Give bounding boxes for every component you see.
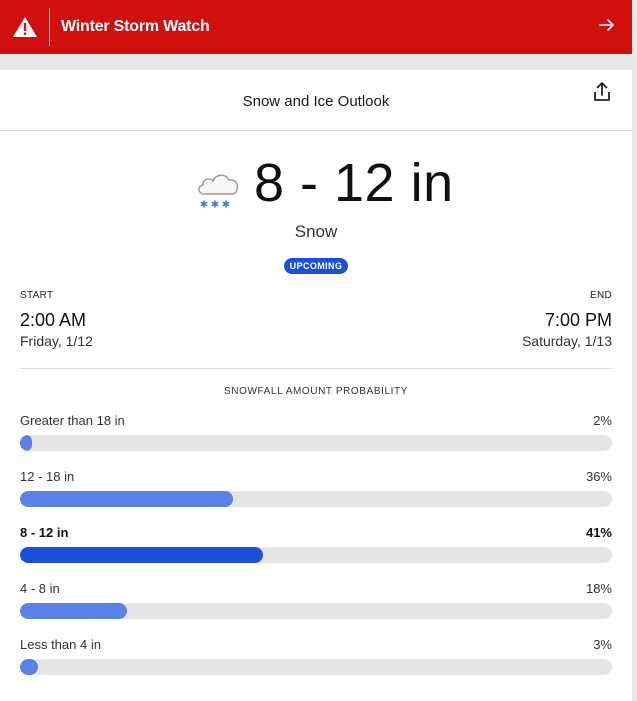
probability-label: Greater than 18 in [20,413,125,428]
arrow-right-icon[interactable] [598,16,616,34]
snow-cloud-icon [194,166,242,210]
probability-bar [20,603,127,619]
probability-bar [20,659,38,675]
probability-row-highlighted: 8 - 12 in 41% [20,525,612,575]
start-date: Friday, 1/12 [20,333,93,349]
page-edge [632,0,637,701]
probability-row: 12 - 18 in 36% [20,469,612,519]
section-gap [0,54,632,70]
probability-row: Greater than 18 in 2% [20,413,612,463]
probability-label: 4 - 8 in [20,581,60,596]
alert-divider [49,8,50,46]
probability-track [20,547,612,563]
precipitation-type: Snow [294,222,338,241]
probability-percent: 3% [593,637,612,652]
snowfall-amount: 8 - 12 in [254,153,454,213]
card-header: Snow and Ice Outlook [0,70,632,131]
probability-title: SNOWFALL AMOUNT PROBABILITY [223,386,409,397]
status-badge: UPCOMING [283,258,349,274]
probability-label: 8 - 12 in [20,525,69,540]
end-time: 7:00 PM [544,310,612,330]
warning-triangle-icon [0,0,49,54]
probability-label: 12 - 18 in [20,469,75,484]
probability-percent: 36% [585,469,612,484]
probability-percent: 2% [593,413,612,428]
probability-track [20,603,612,619]
alert-title: Winter Storm Watch [61,18,210,35]
probability-track [20,491,612,507]
probability-row: 4 - 8 in 18% [20,581,612,631]
share-icon[interactable] [592,81,612,103]
start-label: START [20,290,54,301]
probability-row: Less than 4 in 3% [20,637,612,687]
probability-bar [20,547,263,563]
start-time: 2:00 AM [20,310,87,330]
probability-percent: 41% [585,525,612,540]
end-label: END [589,290,612,301]
probability-track [20,435,612,451]
probability-label: Less than 4 in [20,637,101,652]
end-date: Saturday, 1/13 [521,333,612,349]
section-divider [20,368,612,369]
status-badge-wrapper: UPCOMING [0,256,632,274]
snow-ice-outlook-card: Snow and Ice Outlook 8 - 12 in Snow UPCO… [0,70,632,701]
probability-bar [20,435,32,451]
probability-bar [20,491,234,507]
card-title: Snow and Ice Outlook [242,92,390,110]
probability-percent: 18% [585,581,612,596]
probability-track [20,659,612,675]
winter-storm-alert-banner[interactable]: Winter Storm Watch [0,0,632,54]
forecast-hero: 8 - 12 in [0,153,632,216]
